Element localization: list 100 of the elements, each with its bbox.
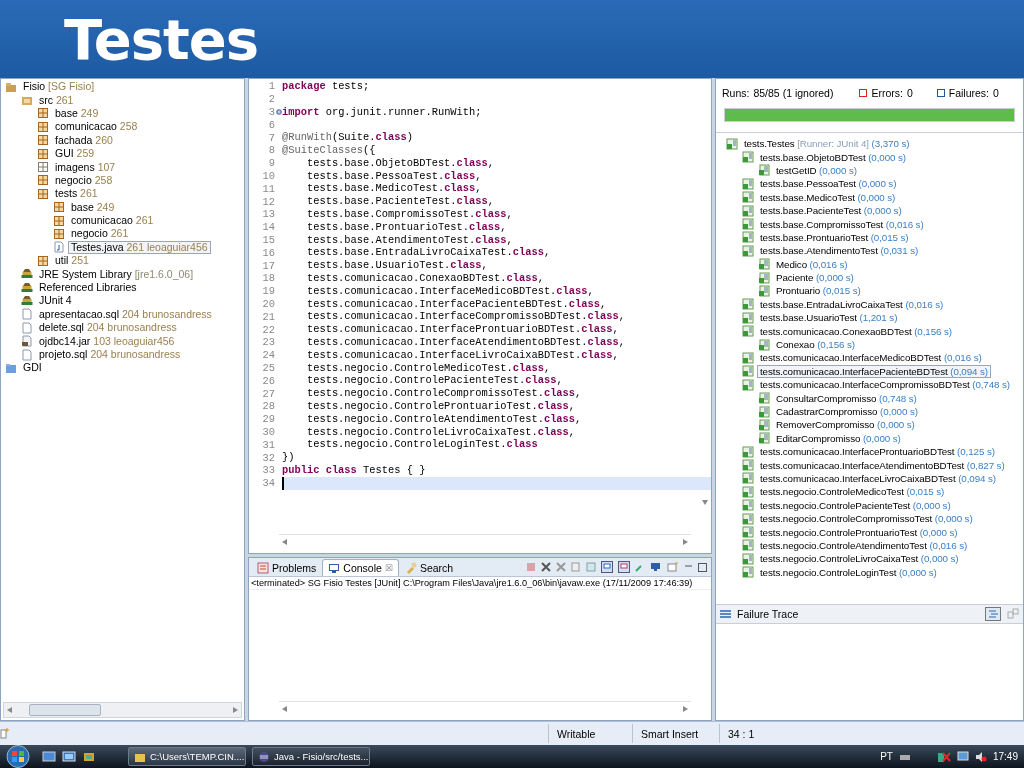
view-tab[interactable]: Search xyxy=(398,558,460,576)
code-line: @RunWith(Suite.class) xyxy=(282,131,414,144)
tree-item[interactable]: JRE System Library [jre1.6.0_06] xyxy=(36,267,197,281)
test-item[interactable]: tests.comunicacao.InterfaceCompromissoBDTest (0,748 s) xyxy=(757,378,1013,392)
tree-item[interactable]: projeto.sql 204 brunosandress xyxy=(36,348,184,361)
code-line: tests.comunicacao.InterfaceLivroCaixaBDTest.class, xyxy=(305,348,620,362)
test-item[interactable]: tests.base.AtendimentoTest (0,031 s) xyxy=(757,244,922,258)
test-item[interactable]: tests.base.EntradaLivroCaixaTest (0,016 s) xyxy=(757,297,947,311)
test-item[interactable]: tests.base.ProntuarioTest (0,015 s) xyxy=(757,230,912,244)
scroll-right-icon[interactable] xyxy=(683,539,688,545)
test-item[interactable]: tests.negocio.ControleMedicoTest (0,015 s) xyxy=(757,485,948,499)
taskbar-button[interactable]: C:\Users\TEMP.CIN.... xyxy=(128,747,246,766)
test-item[interactable]: EditarCompromisso (0,000 s) xyxy=(773,431,904,445)
new-console-icon xyxy=(667,562,679,572)
code-line: tests.comunicacao.InterfaceMedicoBDTest.class, xyxy=(305,284,595,298)
line-number: 34 xyxy=(261,477,276,490)
list-icon xyxy=(720,609,731,619)
test-item[interactable]: tests.Testes [Runner: JUnit 4] (3,370 s) xyxy=(741,137,913,151)
code-line: tests.negocio.ControleMedicoTest.class, xyxy=(305,361,552,375)
line-number: 29 xyxy=(261,413,276,426)
tree-item[interactable]: GUI 259 xyxy=(52,147,98,161)
tree-item[interactable]: Fisio [SG Fisio] xyxy=(20,80,98,94)
tree-item[interactable]: comunicacao 261 xyxy=(68,214,157,228)
test-item[interactable]: tests.negocio.ControleProntuarioTest (0,000 s) xyxy=(757,525,961,539)
line-number: 16 xyxy=(261,246,276,259)
code-line: tests.comunicacao.InterfaceAtendimentoBDTest.class, xyxy=(305,335,626,349)
scroll-left-icon[interactable] xyxy=(7,707,12,713)
test-item[interactable]: testGetID (0,000 s) xyxy=(773,163,860,177)
test-item[interactable]: ConsultarCompromisso (0,748 s) xyxy=(773,391,920,405)
scroll-left-icon[interactable] xyxy=(282,539,287,545)
problems-icon xyxy=(257,561,269,574)
test-suite-icon xyxy=(742,151,754,164)
scroll-right-icon[interactable] xyxy=(233,707,238,713)
scroll-left-icon[interactable] xyxy=(282,706,287,712)
clock[interactable]: 17:49 xyxy=(992,751,1018,762)
test-item[interactable]: tests.base.UsuarioTest (1,201 s) xyxy=(757,311,901,325)
scroll-down-icon[interactable] xyxy=(702,500,708,505)
test-item[interactable]: tests.negocio.ControleLoginTest (0,000 s) xyxy=(757,565,940,579)
test-icon xyxy=(758,405,770,418)
test-item[interactable]: Medico (0,016 s) xyxy=(773,257,851,271)
test-item[interactable]: tests.base.CompromissoTest (0,016 s) xyxy=(757,217,927,231)
desktop-icon xyxy=(42,750,56,763)
test-item[interactable]: tests.comunicacao.ConexaoBDTest (0,156 s) xyxy=(757,324,955,338)
failure-icon xyxy=(936,89,945,97)
package-icon xyxy=(37,120,49,133)
code-line: tests.negocio.ControleLivroCaixaTest.class, xyxy=(305,425,577,439)
test-item[interactable]: tests.negocio.ControlePacienteTest (0,000 s) xyxy=(757,498,954,512)
tree-item[interactable]: fachada 260 xyxy=(52,133,116,147)
test-item[interactable]: tests.negocio.ControleLivroCaixaTest (0,000 s) xyxy=(757,552,962,566)
test-item[interactable]: tests.base.MedicoTest (0,000 s) xyxy=(757,190,899,204)
tree-item[interactable]: GDI xyxy=(20,361,45,375)
view-tab[interactable]: Console ☒ xyxy=(322,558,399,576)
view-tab[interactable]: Problems xyxy=(251,558,323,576)
console-icon xyxy=(328,561,341,574)
tree-item[interactable]: negocio 261 xyxy=(68,227,132,241)
test-item[interactable]: CadastrarCompromisso (0,000 s) xyxy=(773,405,921,418)
test-icon xyxy=(758,392,770,405)
test-item[interactable]: tests.negocio.ControleCompromissoTest (0,000 s) xyxy=(757,512,976,526)
test-item[interactable]: tests.comunicacao.InterfaceLivroCaixaBDTest (0,094 s) xyxy=(757,471,999,485)
tree-item[interactable]: base 249 xyxy=(68,200,118,214)
tree-item[interactable]: tests 261 xyxy=(52,187,101,201)
tree-item[interactable]: apresentacao.sql 204 brunosandress xyxy=(36,307,215,321)
test-item[interactable]: tests.comunicacao.InterfaceProntuarioBDTest (0,125 s) xyxy=(757,445,998,459)
test-item[interactable]: Prontuario (0,015 s) xyxy=(773,284,864,298)
tree-item[interactable]: imagens 107 xyxy=(52,160,119,174)
tree-item[interactable]: src 261 xyxy=(36,93,77,107)
taskbar-button[interactable]: Java - Fisio/src/tests... xyxy=(252,747,370,766)
test-item[interactable]: tests.base.PessoaTest (0,000 s) xyxy=(757,177,900,191)
tree-item[interactable]: delete.sql 204 brunosandress xyxy=(36,321,180,335)
tree-item[interactable]: util 251 xyxy=(52,254,92,268)
test-item[interactable]: tests.base.ObjetoBDTest (0,000 s) xyxy=(757,150,909,164)
tree-item[interactable]: base 249 xyxy=(52,106,102,120)
package-icon xyxy=(53,214,65,227)
library-icon xyxy=(21,294,33,307)
jar-icon xyxy=(21,335,33,348)
test-item[interactable]: tests.negocio.ControleAtendimentoTest (0,016 s) xyxy=(757,538,971,552)
scroll-right-icon[interactable] xyxy=(683,706,688,712)
test-item[interactable]: tests.comunicacao.InterfacePacienteBDTest (0,094 s) xyxy=(757,364,991,378)
test-suite-icon xyxy=(742,445,754,458)
tree-item[interactable]: Referenced Libraries xyxy=(36,281,140,295)
tree-item[interactable]: ojdbc14.jar 103 leoaguiar456 xyxy=(36,334,178,348)
test-suite-icon xyxy=(742,218,754,231)
language-indicator[interactable]: PT xyxy=(880,751,893,762)
test-item[interactable]: RemoverCompromisso (0,000 s) xyxy=(773,418,918,432)
window-switch-icon xyxy=(62,750,76,763)
test-suite-icon xyxy=(742,499,754,512)
test-item[interactable]: tests.comunicacao.InterfaceMedicoBDTest (0,016 s) xyxy=(757,351,985,365)
test-item[interactable]: tests.base.PacienteTest (0,000 s) xyxy=(757,204,905,218)
show-error-icon xyxy=(618,561,630,573)
test-item[interactable]: tests.comunicacao.InterfaceAtendimentoBDTest (0,827 s) xyxy=(757,458,1008,472)
test-icon xyxy=(758,432,770,445)
tree-item[interactable]: comunicacao 258 xyxy=(52,120,141,134)
tree-item[interactable]: negocio 258 xyxy=(52,173,116,187)
test-item[interactable]: Conexao (0,156 s) xyxy=(773,338,858,352)
code-line: tests.base.PessoaTest.class, xyxy=(305,169,483,183)
test-icon xyxy=(758,338,770,351)
volume-muted-icon xyxy=(974,750,987,763)
tree-item[interactable]: Testes.java 261 leoaguiar456 xyxy=(68,240,211,254)
tree-item[interactable]: JUnit 4 xyxy=(36,294,75,308)
test-item[interactable]: Paciente (0,000 s) xyxy=(773,271,857,285)
